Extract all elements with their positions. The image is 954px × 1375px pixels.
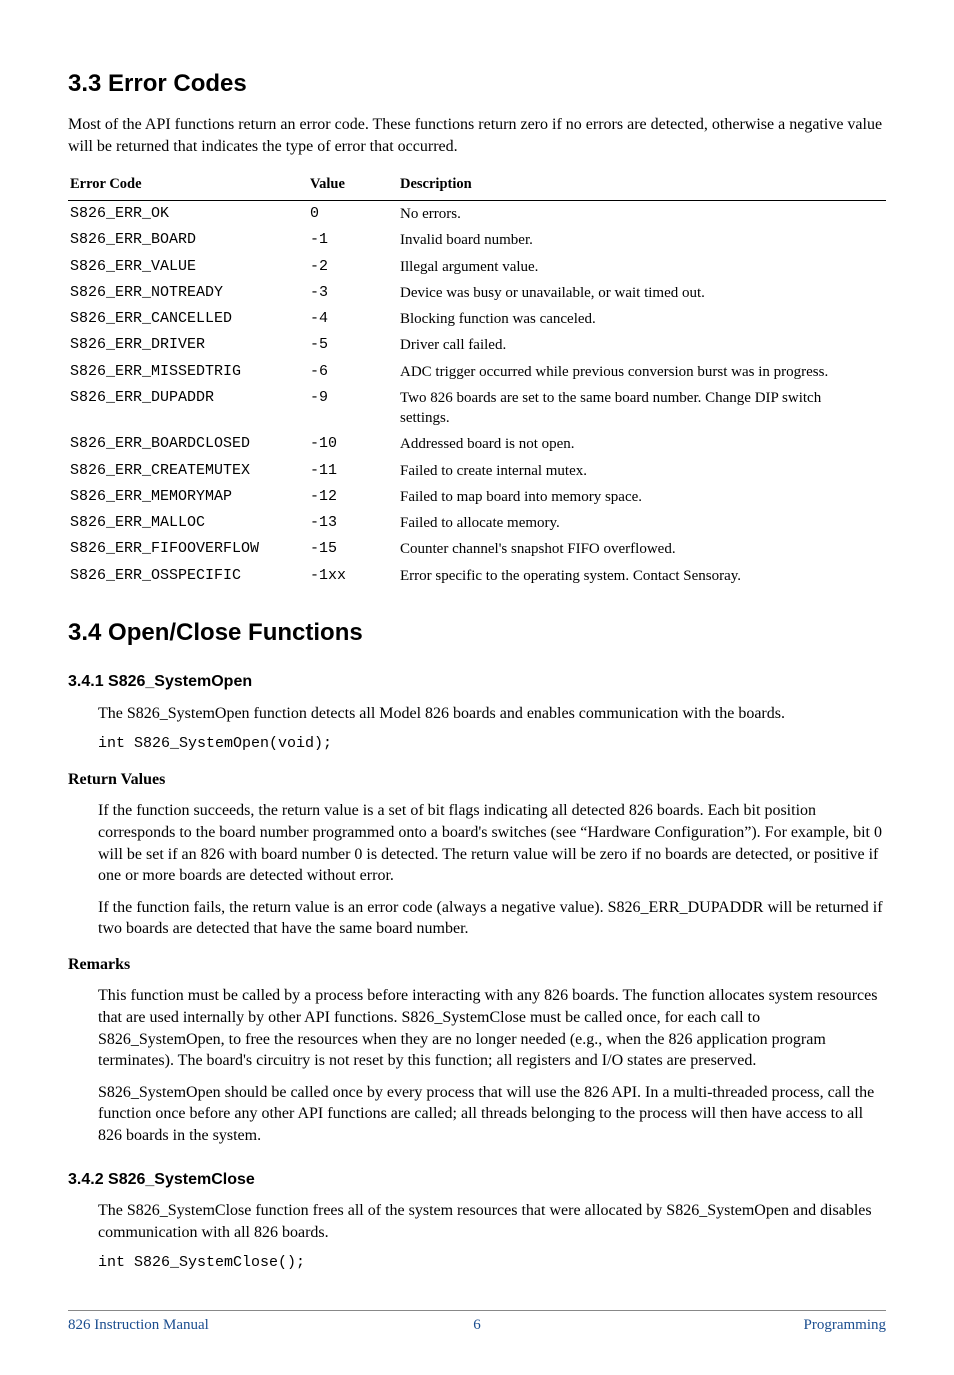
error-value-cell: -6 — [308, 359, 398, 385]
error-value-cell: 0 — [308, 201, 398, 228]
error-value-cell: -2 — [308, 254, 398, 280]
error-desc-cell: Driver call failed. — [398, 332, 886, 358]
error-value-cell: -4 — [308, 306, 398, 332]
error-desc-cell: No errors. — [398, 201, 886, 228]
section-heading-3-4-1: 3.4.1 S826_SystemOpen — [68, 671, 886, 693]
table-row: S826_ERR_DUPADDR-9Two 826 boards are set… — [68, 385, 886, 432]
error-code-cell: S826_ERR_MALLOC — [68, 510, 308, 536]
error-value-cell: -10 — [308, 431, 398, 457]
col-header-value: Value — [308, 172, 398, 201]
table-row: S826_ERR_CANCELLED-4Blocking function wa… — [68, 306, 886, 332]
table-row: S826_ERR_MALLOC-13Failed to allocate mem… — [68, 510, 886, 536]
error-desc-cell: Counter channel's snapshot FIFO overflow… — [398, 536, 886, 562]
table-row: S826_ERR_FIFOOVERFLOW-15Counter channel'… — [68, 536, 886, 562]
s341-remarks-p2: S826_SystemOpen should be called once by… — [98, 1082, 886, 1147]
table-row: S826_ERR_MISSEDTRIG-6ADC trigger occurre… — [68, 359, 886, 385]
error-value-cell: -3 — [308, 280, 398, 306]
footer-page-number: 6 — [68, 1315, 886, 1335]
error-codes-table: Error Code Value Description S826_ERR_OK… — [68, 172, 886, 589]
return-values-heading: Return Values — [68, 769, 886, 791]
error-desc-cell: Device was busy or unavailable, or wait … — [398, 280, 886, 306]
table-row: S826_ERR_OK0No errors. — [68, 201, 886, 228]
s341-code-signature: int S826_SystemOpen(void); — [98, 734, 886, 754]
error-desc-cell: Illegal argument value. — [398, 254, 886, 280]
table-header-row: Error Code Value Description — [68, 172, 886, 201]
error-code-cell: S826_ERR_MEMORYMAP — [68, 484, 308, 510]
error-code-cell: S826_ERR_BOARDCLOSED — [68, 431, 308, 457]
error-code-cell: S826_ERR_OSSPECIFIC — [68, 563, 308, 589]
s342-description: The S826_SystemClose function frees all … — [98, 1200, 886, 1243]
error-value-cell: -1xx — [308, 563, 398, 589]
table-row: S826_ERR_NOTREADY-3Device was busy or un… — [68, 280, 886, 306]
col-header-code: Error Code — [68, 172, 308, 201]
error-code-cell: S826_ERR_DRIVER — [68, 332, 308, 358]
section-heading-3-4: 3.4 Open/Close Functions — [68, 617, 886, 649]
error-code-cell: S826_ERR_MISSEDTRIG — [68, 359, 308, 385]
error-value-cell: -13 — [308, 510, 398, 536]
section-3-3-intro: Most of the API functions return an erro… — [68, 114, 886, 157]
error-value-cell: -15 — [308, 536, 398, 562]
error-desc-cell: Addressed board is not open. — [398, 431, 886, 457]
error-desc-cell: Failed to create internal mutex. — [398, 458, 886, 484]
table-row: S826_ERR_OSSPECIFIC-1xxError specific to… — [68, 563, 886, 589]
table-row: S826_ERR_BOARD-1Invalid board number. — [68, 227, 886, 253]
error-value-cell: -5 — [308, 332, 398, 358]
error-value-cell: -12 — [308, 484, 398, 510]
error-code-cell: S826_ERR_BOARD — [68, 227, 308, 253]
table-row: S826_ERR_MEMORYMAP-12Failed to map board… — [68, 484, 886, 510]
section-heading-3-3: 3.3 Error Codes — [68, 68, 886, 100]
s341-remarks-p1: This function must be called by a proces… — [98, 985, 886, 1071]
error-desc-cell: Error specific to the operating system. … — [398, 563, 886, 589]
error-desc-cell: ADC trigger occurred while previous conv… — [398, 359, 886, 385]
table-row: S826_ERR_DRIVER-5Driver call failed. — [68, 332, 886, 358]
error-desc-cell: Blocking function was canceled. — [398, 306, 886, 332]
error-desc-cell: Two 826 boards are set to the same board… — [398, 385, 886, 432]
s341-return-p2: If the function fails, the return value … — [98, 897, 886, 940]
s341-description: The S826_SystemOpen function detects all… — [98, 703, 886, 725]
error-value-cell: -9 — [308, 385, 398, 432]
error-desc-cell: Failed to map board into memory space. — [398, 484, 886, 510]
error-code-cell: S826_ERR_NOTREADY — [68, 280, 308, 306]
error-code-cell: S826_ERR_DUPADDR — [68, 385, 308, 432]
error-desc-cell: Invalid board number. — [398, 227, 886, 253]
s342-code-signature: int S826_SystemClose(); — [98, 1253, 886, 1273]
table-row: S826_ERR_BOARDCLOSED-10Addressed board i… — [68, 431, 886, 457]
error-desc-cell: Failed to allocate memory. — [398, 510, 886, 536]
remarks-heading: Remarks — [68, 954, 886, 976]
error-code-cell: S826_ERR_VALUE — [68, 254, 308, 280]
error-code-cell: S826_ERR_CREATEMUTEX — [68, 458, 308, 484]
error-code-cell: S826_ERR_OK — [68, 201, 308, 228]
error-code-cell: S826_ERR_FIFOOVERFLOW — [68, 536, 308, 562]
page-footer: 826 Instruction Manual 6 Programming — [68, 1310, 886, 1335]
table-row: S826_ERR_CREATEMUTEX-11Failed to create … — [68, 458, 886, 484]
section-heading-3-4-2: 3.4.2 S826_SystemClose — [68, 1169, 886, 1191]
col-header-desc: Description — [398, 172, 886, 201]
table-row: S826_ERR_VALUE-2Illegal argument value. — [68, 254, 886, 280]
error-value-cell: -1 — [308, 227, 398, 253]
error-code-cell: S826_ERR_CANCELLED — [68, 306, 308, 332]
s341-return-p1: If the function succeeds, the return val… — [98, 800, 886, 886]
error-value-cell: -11 — [308, 458, 398, 484]
